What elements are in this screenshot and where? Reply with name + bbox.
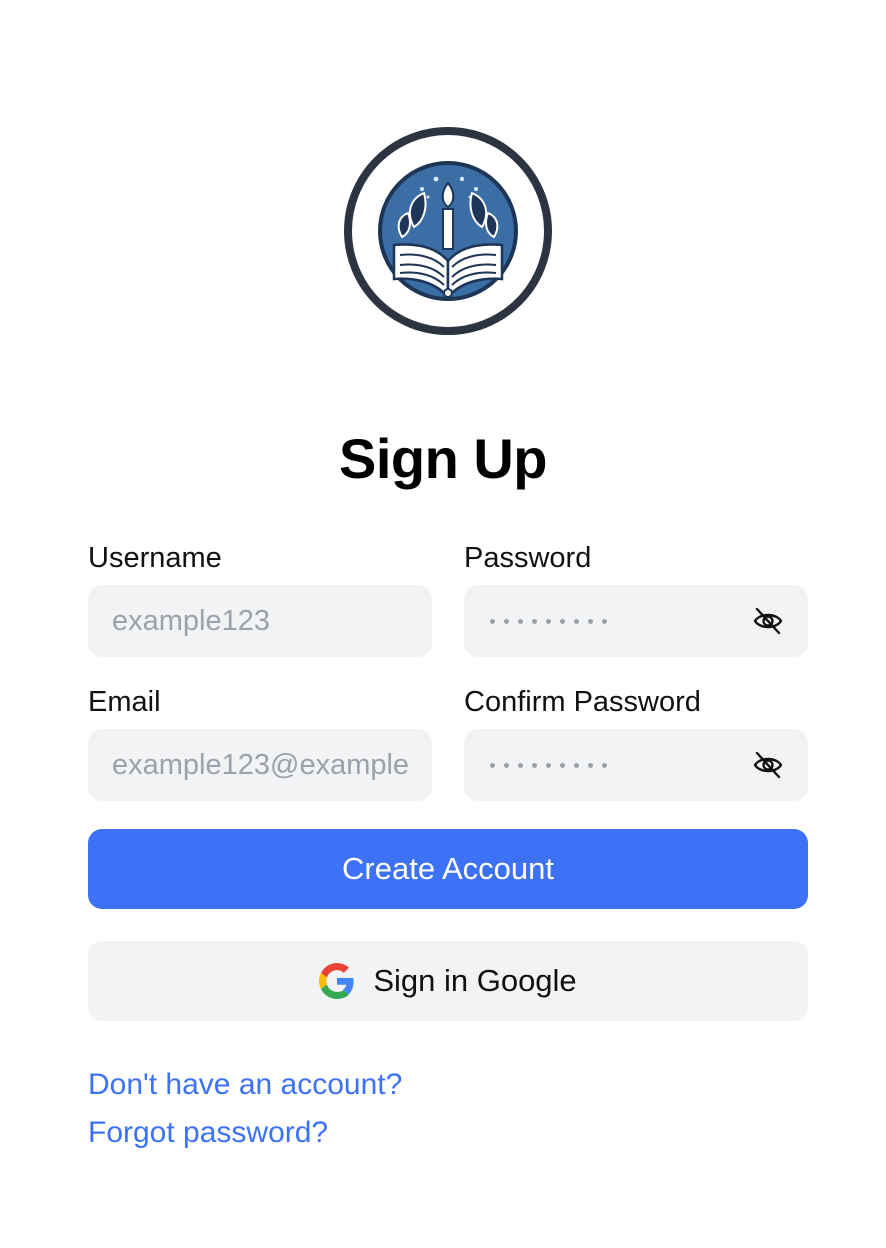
password-label: Password <box>464 542 592 574</box>
password-input[interactable] <box>464 585 808 657</box>
google-button-label: Sign in Google <box>373 963 577 998</box>
username-field-group: Username <box>88 540 432 657</box>
google-icon <box>319 963 354 999</box>
signup-page: Sign Up Username Password Email Confirm <box>0 0 886 1248</box>
confirm-password-field-group: Confirm Password <box>464 684 808 801</box>
google-sign-in-button[interactable]: Sign in Google <box>88 941 808 1021</box>
confirm-password-input[interactable] <box>464 729 808 801</box>
confirm-password-label: Confirm Password <box>464 686 701 718</box>
no-account-link[interactable]: Don't have an account? <box>88 1066 402 1104</box>
page-title: Sign Up <box>338 427 548 490</box>
email-label: Email <box>88 686 161 718</box>
create-account-button[interactable]: Create Account <box>88 829 808 909</box>
eye-slash-icon[interactable] <box>752 750 784 780</box>
email-input[interactable] <box>88 729 432 801</box>
username-input[interactable] <box>88 585 432 657</box>
forgot-password-link[interactable]: Forgot password? <box>88 1114 328 1152</box>
password-masked-value <box>490 585 607 657</box>
email-field-group: Email <box>88 684 432 801</box>
email-input-wrapper <box>88 729 432 801</box>
username-input-wrapper <box>88 585 432 657</box>
confirm-password-masked-value <box>490 729 607 801</box>
password-field-group: Password <box>464 540 808 657</box>
book-candle-emblem-icon <box>344 127 552 335</box>
username-label: Username <box>88 542 222 574</box>
eye-slash-icon[interactable] <box>752 606 784 636</box>
